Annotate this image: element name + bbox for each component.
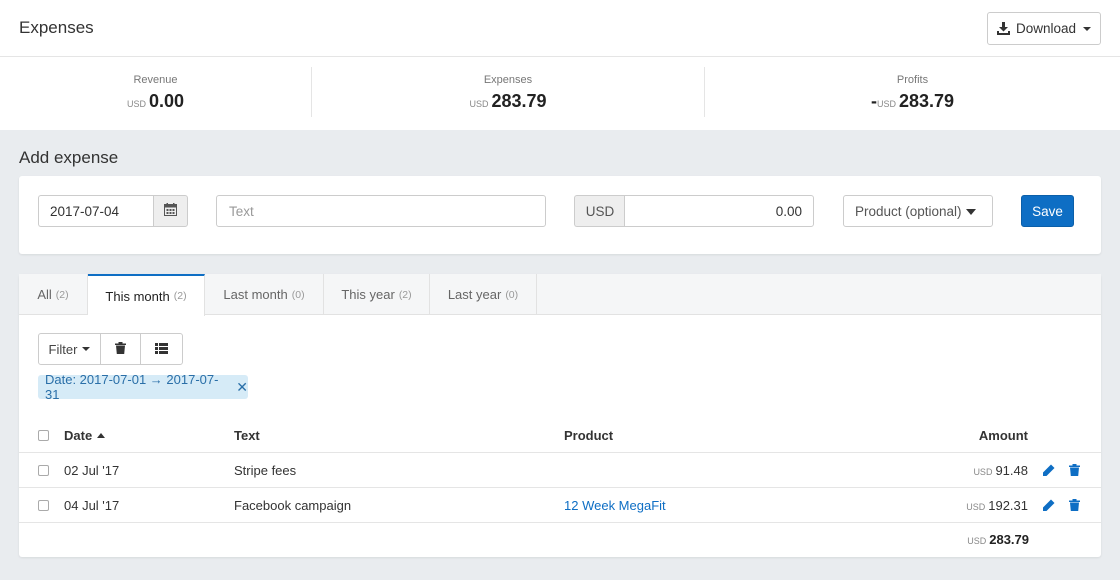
tab-count: (0) [505, 288, 519, 301]
filter-chip-label: Date: 2017-07-01 → 2017-07-31 [45, 372, 219, 402]
amount-value: 192.31 [988, 498, 1028, 513]
add-expense-title: Add expense [19, 148, 119, 167]
stat-label: Profits [896, 74, 929, 86]
tab-count: (2) [173, 290, 187, 302]
product-select[interactable]: Product (optional) [843, 195, 993, 227]
sort-ascending-icon [97, 433, 106, 438]
currency-label: USD [973, 467, 993, 477]
filter-button[interactable]: Filter [39, 334, 101, 364]
stat-value: USD 0.00 [0, 91, 311, 112]
row-product-link[interactable]: 12 Week MegaFit [564, 498, 666, 513]
delete-selected-button[interactable] [101, 334, 141, 364]
select-all-checkbox[interactable] [38, 430, 49, 441]
row-amount: USD 192.31 [966, 498, 1028, 513]
tab-count: (0) [291, 288, 305, 301]
chevron-down-icon [82, 347, 91, 351]
stat-value: USD 283.79 [312, 91, 704, 112]
currency-label: USD [966, 502, 986, 512]
tab-count: (2) [398, 288, 412, 301]
product-select-label: Product (optional) [855, 203, 962, 219]
tab-count: (2) [55, 288, 69, 301]
stat-revenue: Revenue USD 0.00 [0, 57, 311, 130]
tab-label: Last month [223, 287, 288, 302]
stat-amount: 283.79 [491, 91, 547, 111]
download-label: Download [1015, 21, 1077, 36]
tab-label: All [37, 287, 52, 302]
tab-bar: All (2) This month (2) Last month (0) This … [19, 274, 1101, 316]
row-text: Facebook campaign [234, 498, 352, 513]
header-label: Date [64, 428, 93, 443]
row-text: Stripe fees [234, 463, 297, 478]
currency-label: USD [967, 536, 987, 546]
top-bar: Expenses Download [0, 0, 1120, 57]
tab-label: This year [341, 287, 395, 302]
tab-label: This month [105, 288, 170, 304]
tab-last-month[interactable]: Last month (0) [205, 274, 324, 315]
stat-amount: 283.79 [898, 91, 955, 111]
row-checkbox[interactable] [38, 465, 49, 476]
column-header-text: Text [234, 428, 260, 443]
tab-all[interactable]: All (2) [19, 274, 88, 315]
table-row: 04 Jul '17 Facebook campaign 12 Week Meg… [19, 488, 1101, 523]
row-amount: USD 91.48 [973, 463, 1028, 478]
row-date: 04 Jul '17 [64, 498, 120, 513]
chevron-down-icon [1083, 26, 1092, 31]
download-button[interactable]: Download [987, 12, 1101, 45]
trash-icon[interactable] [1069, 464, 1082, 477]
pencil-icon[interactable] [1042, 499, 1055, 512]
amount-input[interactable] [624, 195, 814, 227]
pencil-icon[interactable] [1042, 464, 1055, 477]
expense-list-card: All (2) This month (2) Last month (0) This … [19, 274, 1101, 557]
list-view-button[interactable] [141, 334, 182, 364]
stats-panel: Revenue USD 0.00 Expenses USD 283.79 Profi… [0, 57, 1120, 130]
text-input[interactable] [216, 195, 546, 227]
save-button[interactable]: Save [1021, 195, 1074, 227]
tab-last-year[interactable]: Last year (0) [430, 274, 537, 315]
calendar-icon [164, 203, 177, 219]
download-icon [996, 22, 1010, 35]
total-value: 283.79 [989, 532, 1029, 547]
stat-profits: Profits -USD 283.79 [705, 57, 1120, 130]
stat-label: Revenue [133, 74, 178, 86]
currency-addon: USD [574, 195, 625, 227]
stat-amount: 0.00 [148, 91, 185, 111]
close-icon[interactable]: ✕ [236, 379, 248, 396]
amount-value: 91.48 [995, 463, 1028, 478]
filter-label: Filter [48, 341, 78, 357]
column-header-date[interactable]: Date [64, 428, 106, 443]
stat-label: Expenses [483, 74, 533, 86]
trash-icon [115, 341, 126, 357]
tab-label: Last year [447, 287, 502, 302]
calendar-button[interactable] [153, 195, 188, 227]
table-total: USD 283.79 [967, 532, 1029, 547]
add-expense-form: USD Product (optional) Save [19, 176, 1101, 254]
column-header-amount: Amount [978, 428, 1028, 443]
active-filter-chip: Date: 2017-07-01 → 2017-07-31 ✕ [38, 372, 248, 402]
date-input[interactable] [38, 195, 153, 227]
tab-this-year[interactable]: This year (2) [324, 274, 430, 315]
table-header: Date Text Product Amount [19, 419, 1101, 453]
tab-this-month[interactable]: This month (2) [88, 274, 205, 316]
toolbar: Filter [38, 333, 183, 365]
row-checkbox[interactable] [38, 500, 49, 511]
row-date: 02 Jul '17 [64, 463, 120, 478]
currency-label: USD [126, 99, 146, 109]
column-header-product: Product [564, 428, 614, 443]
list-icon [155, 342, 168, 357]
stat-value: -USD 283.79 [705, 91, 1120, 112]
trash-icon[interactable] [1069, 499, 1082, 512]
table-row: 02 Jul '17 Stripe fees USD 91.48 [19, 453, 1101, 488]
currency-label: USD [876, 99, 896, 109]
stat-expenses: Expenses USD 283.79 [312, 57, 704, 130]
page-title: Expenses [19, 18, 94, 37]
currency-label: USD [469, 99, 489, 109]
chevron-down-icon [966, 209, 976, 215]
